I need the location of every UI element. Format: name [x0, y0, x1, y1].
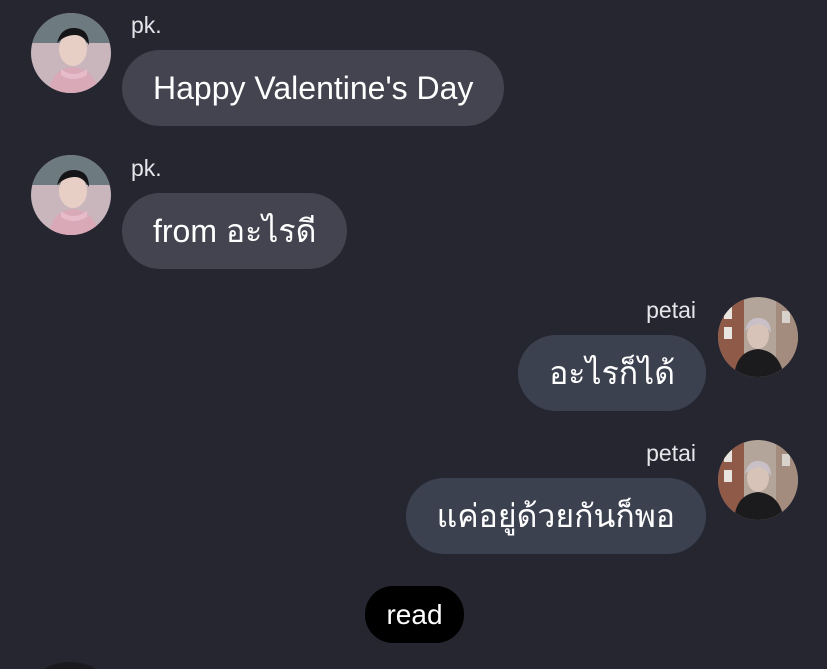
sender-name: pk. — [131, 155, 162, 181]
sender-name: pk. — [131, 12, 162, 38]
read-receipt: read — [365, 586, 464, 643]
avatar-petai[interactable] — [718, 297, 798, 377]
message-bubble[interactable]: แค่อยู่ด้วยกันก็พอ — [405, 478, 706, 554]
avatar-petai[interactable] — [718, 440, 798, 520]
avatar-pk[interactable] — [31, 13, 111, 93]
avatar-partial — [40, 662, 100, 669]
message-bubble[interactable]: อะไรก็ได้ — [518, 335, 706, 411]
chat-thread: pk. Happy Valentine's Day pk. from อะไรด… — [0, 0, 827, 669]
avatar-pk[interactable] — [31, 155, 111, 235]
sender-name: petai — [646, 297, 696, 323]
sender-name: petai — [646, 440, 696, 466]
message-bubble[interactable]: from อะไรดี — [122, 193, 348, 269]
message-bubble[interactable]: Happy Valentine's Day — [122, 50, 505, 126]
